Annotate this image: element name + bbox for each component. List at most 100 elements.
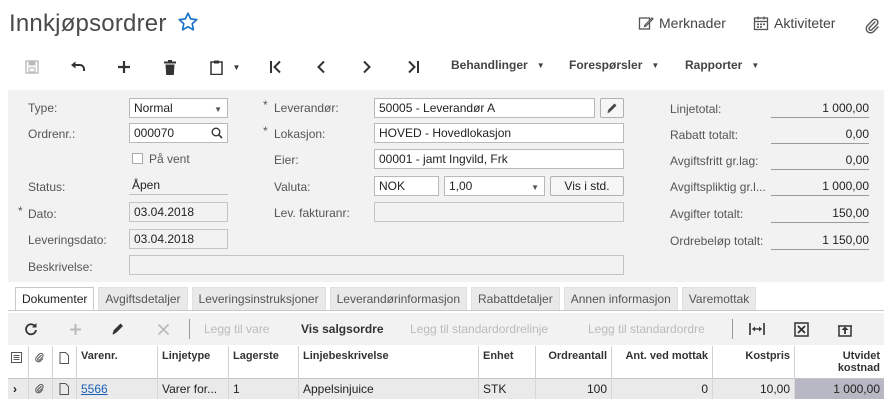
table-row[interactable]: › 5566 Varer for... 1 Appelsinjuice STK … [8,379,884,399]
tab-delivery-instructions[interactable]: Leveringsinstruksjoner [191,287,326,311]
description-label: Beskrivelse: [28,260,93,274]
inquiries-menu[interactable]: Forespørsler ▼ [569,58,659,72]
paperclip-icon[interactable] [864,17,880,35]
activities-link[interactable]: Aktiviteter [753,15,835,31]
type-select[interactable]: Normal ▼ [129,98,228,118]
tab-other-info[interactable]: Annen informasjon [563,287,678,311]
table-cell[interactable]: STK [478,379,535,399]
summary-label: Avgiftspliktig gr.l... [670,180,766,194]
column-header[interactable]: Kostpris [712,346,794,379]
delete-button[interactable] [160,56,180,78]
column-header[interactable]: Lagerste [228,346,298,379]
delivery-date-field[interactable]: 03.04.2018 [129,229,228,249]
column-header[interactable]: Enhet [478,346,535,379]
show-sales-order-button[interactable]: Vis salgsordre [301,322,384,336]
search-icon[interactable] [211,127,223,139]
on-hold-checkbox[interactable] [132,153,143,164]
supplier-invoice-label: Lev. fakturanr: [274,206,350,220]
tab-supplier-info[interactable]: Leverandørinformasjon [329,287,467,311]
table-cell[interactable]: 10,00 [712,379,794,399]
attachment-header [28,346,52,379]
table-cell[interactable]: 1 [228,379,298,399]
first-record-button[interactable] [266,56,286,78]
page-title: Innkjøpsordrer [9,10,167,37]
status-value: Åpen [129,175,228,195]
delete-row-button[interactable] [154,319,172,339]
last-record-button[interactable] [403,56,423,78]
trash-icon [164,59,176,75]
description-field[interactable] [129,255,624,275]
location-field[interactable]: HOVED - Hovedlokasjon [374,123,624,143]
paperclip-icon [35,383,44,394]
save-icon [25,60,39,74]
column-header[interactable]: Linjebeskrivelse [298,346,478,379]
fit-columns-button[interactable] [748,319,766,339]
date-field[interactable]: 03.04.2018 [129,202,228,222]
delivery-date-label: Leveringsdato: [28,233,107,247]
attachment-cell[interactable] [28,379,52,399]
show-in-base-currency-button[interactable]: Vis i std. [550,176,624,196]
supplier-invoice-field[interactable] [374,202,624,222]
column-header[interactable]: Linjetype [157,346,228,379]
edit-row-button[interactable] [109,319,127,339]
tab-receipts[interactable]: Varemottak [681,287,757,311]
column-header[interactable]: Utvidet kostnad [794,346,884,379]
add-standard-order-line-button[interactable]: Legg til standardordrelinje [410,322,548,336]
table-cell[interactable]: Varer for... [157,379,228,399]
excel-icon [793,321,809,337]
type-label: Type: [28,101,58,115]
add-button[interactable] [114,56,134,78]
supplier-field[interactable]: 50005 - Leverandør A [374,98,595,118]
table-cell[interactable]: 0 [611,379,712,399]
table-cell[interactable]: 100 [535,379,611,399]
detail-tabs: Dokumenter Avgiftsdetaljer Leveringsinst… [15,287,760,311]
undo-button[interactable] [67,56,89,78]
note-cell[interactable] [52,379,76,399]
grid-toolbar: Legg til vare Vis salgsordre Legg til st… [8,313,884,345]
notes-link[interactable]: Merknader [638,15,726,31]
favorite-star-icon[interactable] [177,11,199,33]
previous-record-button[interactable] [311,56,331,78]
tab-tax-details[interactable]: Avgiftsdetaljer [98,287,188,311]
table-cell[interactable]: Appelsinjuice [298,379,478,399]
refresh-icon [25,323,37,336]
edit-supplier-button[interactable] [600,98,624,118]
upload-button[interactable] [836,319,854,339]
add-standard-order-button[interactable]: Legg til standardordre [588,322,705,336]
column-header[interactable]: Ant. ved mottak [611,346,712,379]
document-icon [59,383,69,395]
currency-rate-select[interactable]: 1,00 ▼ [444,176,545,196]
reports-menu[interactable]: Rapporter ▼ [685,58,759,72]
add-row-button[interactable] [66,319,84,339]
copy-paste-button[interactable]: ▼ [205,56,245,78]
owner-field[interactable]: 00001 - jamt Ingvild, Frk [374,149,624,169]
actions-menu-label: Behandlinger [451,58,528,72]
chevron-right-icon[interactable]: › [8,379,28,399]
order-no-field[interactable]: 000070 [129,123,228,143]
table-cell[interactable]: 1 000,00 [794,379,884,399]
tab-discount-details[interactable]: Rabattdetaljer [471,287,560,311]
pencil-icon [607,103,617,113]
item-number-link[interactable]: 5566 [76,379,157,399]
refresh-button[interactable] [22,319,40,339]
save-button[interactable] [22,56,42,78]
on-hold-label: På vent [149,152,190,166]
actions-menu[interactable]: Behandlinger ▼ [451,58,545,72]
currency-code-field[interactable]: NOK [374,176,439,196]
row-selector-header[interactable] [8,346,28,379]
chevron-left-icon [317,60,325,74]
chevron-down-icon: ▼ [214,105,222,114]
column-header[interactable]: Ordreantall [535,346,611,379]
currency-label: Valuta: [274,180,311,194]
column-header[interactable]: Varenr. [76,346,157,379]
summary-label: Avgiftsfritt gr.lag: [670,154,759,168]
delivery-date-value: 03.04.2018 [134,232,195,246]
tab-documents[interactable]: Dokumenter [15,287,95,311]
next-record-button[interactable] [357,56,377,78]
export-excel-button[interactable] [792,319,810,339]
add-item-button[interactable]: Legg til vare [204,322,269,336]
notes-label: Merknader [659,15,726,31]
order-header-form: Type: Normal ▼ Ordrenr.: 000070 På vent … [8,90,884,282]
required-marker: * [18,204,23,218]
currency-code-value: NOK [379,179,406,193]
